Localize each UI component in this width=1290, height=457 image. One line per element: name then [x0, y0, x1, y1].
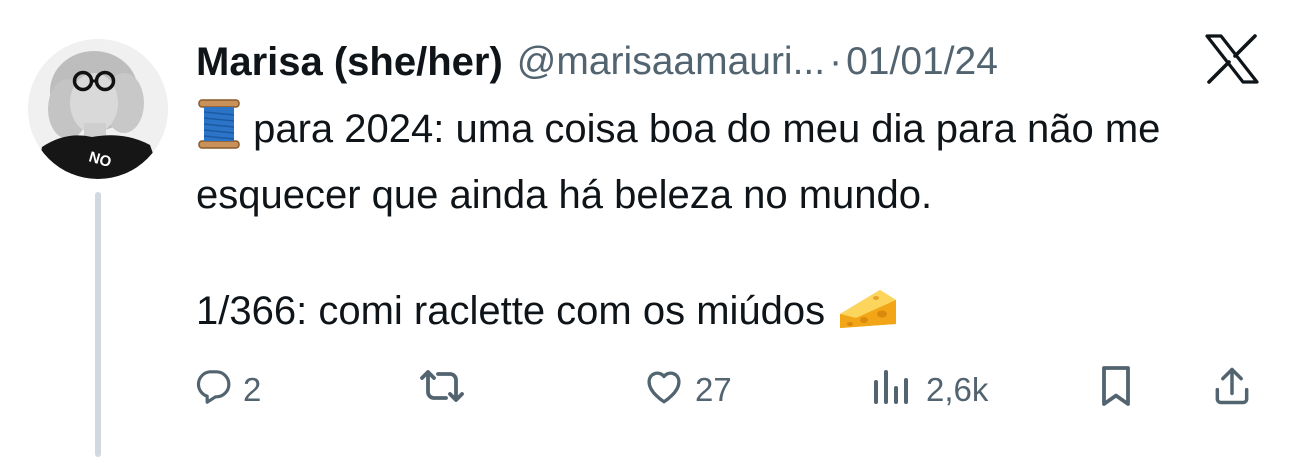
x-logo-icon[interactable]	[1205, 34, 1259, 84]
reply-icon	[193, 366, 233, 414]
like-button[interactable]: 27	[643, 360, 732, 420]
tweet-paragraph-1: para 2024: uma coisa boa do meu dia para…	[196, 98, 1266, 224]
tweet-date[interactable]: 01/01/24	[846, 40, 998, 84]
retweet-icon	[416, 366, 468, 414]
like-count: 27	[695, 371, 732, 408]
reply-button[interactable]: 2	[193, 360, 261, 420]
tweet-line-2-text: 1/366: comi raclette com os miúdos	[196, 289, 837, 333]
tweet-actions: 2 27 2,6k	[0, 360, 1290, 420]
retweet-button[interactable]	[416, 360, 478, 420]
tweet-header: Marisa (she/her) @marisaamauri... · 01/0…	[196, 34, 998, 90]
tweet-line-1-text: para 2024: uma coisa boa do meu dia para…	[196, 107, 1161, 217]
views-icon	[868, 366, 916, 414]
avatar-photo: NO	[28, 39, 168, 179]
header-separator: ·	[829, 40, 843, 83]
spool-of-thread-emoji	[196, 98, 242, 166]
share-icon	[1211, 364, 1253, 416]
author-name[interactable]: Marisa (she/her)	[196, 40, 503, 85]
bookmark-icon	[1096, 364, 1136, 416]
tweet-paragraph-2: 1/366: comi raclette com os miúdos	[196, 282, 1266, 348]
bookmark-button[interactable]	[1096, 360, 1136, 420]
share-button[interactable]	[1211, 360, 1253, 420]
cheese-wedge-emoji	[836, 284, 900, 348]
author-handle[interactable]: @marisaamauri...	[517, 40, 825, 84]
views-button[interactable]: 2,6k	[868, 360, 988, 420]
avatar[interactable]: NO	[28, 39, 168, 179]
reply-count: 2	[243, 371, 262, 408]
heart-icon	[643, 366, 685, 414]
views-count: 2,6k	[926, 371, 989, 408]
tweet-text: para 2024: uma coisa boa do meu dia para…	[196, 98, 1266, 348]
